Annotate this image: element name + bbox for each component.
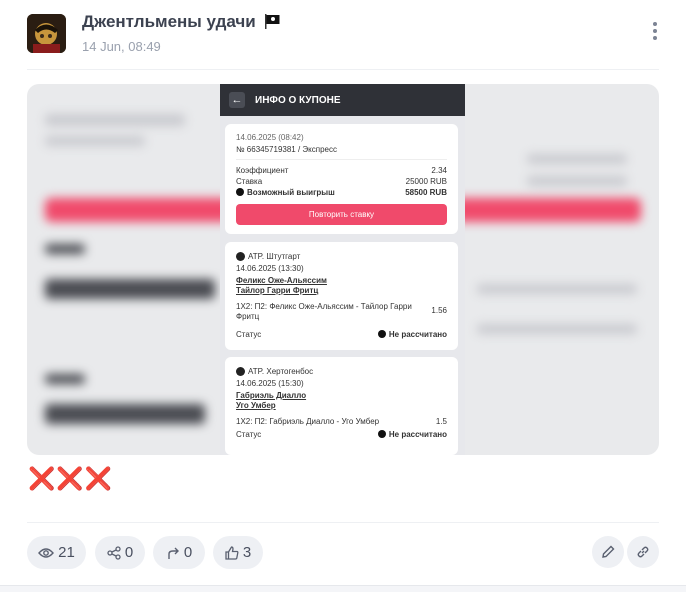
tennis-ball-icon xyxy=(236,367,245,376)
coupon-header-title: ИНФО О КУПОНЕ xyxy=(255,94,341,106)
forward-icon xyxy=(168,547,179,559)
back-arrow-icon: ← xyxy=(229,92,245,108)
like-button[interactable]: 3 xyxy=(213,536,263,569)
thumbs-up-icon xyxy=(225,545,239,560)
event1-status-value: Не рассчитано xyxy=(388,330,447,339)
event2-tournament: ATP. Хертогенбос xyxy=(248,367,314,376)
post-caption: ❌❌❌ xyxy=(28,466,116,492)
forward-button[interactable]: 0 xyxy=(153,536,205,569)
event1-bet: 1X2: П2: Феликс Оже-Альяссим - Тайлор Га… xyxy=(236,302,412,321)
views-count: 21 xyxy=(58,544,75,561)
event2-status-label: Статус xyxy=(236,430,262,439)
shares-count: 0 xyxy=(124,544,134,561)
event-card-2: ATP. Хертогенбос 14.06.2025 (15:30) Габр… xyxy=(225,357,458,455)
coupon-header: ← ИНФО О КУПОНЕ xyxy=(220,84,465,116)
channel-title[interactable]: Джентльмены удачи xyxy=(82,12,281,32)
footer-divider xyxy=(27,522,659,523)
share-button[interactable]: 0 xyxy=(95,536,145,569)
coupon-date: 14.06.2025 (08:42) xyxy=(236,133,304,142)
event2-player1: Габриэль Диалло xyxy=(236,391,307,400)
status-icon xyxy=(377,330,386,338)
event1-odds: 1.56 xyxy=(431,306,447,315)
win-value: 58500 RUB xyxy=(405,188,447,197)
event2-status-value: Не рассчитано xyxy=(388,430,447,439)
tennis-ball-icon xyxy=(236,252,245,261)
header-divider xyxy=(27,69,659,70)
share-icon xyxy=(107,545,121,560)
channel-name: Джентльмены удачи xyxy=(82,12,256,31)
forwards-count: 0 xyxy=(183,544,193,561)
event1-status-label: Статус xyxy=(236,330,262,339)
event2-player2: Уго Умбер xyxy=(236,401,276,410)
post-timestamp: 14 Jun, 08:49 xyxy=(82,39,161,54)
channel-avatar[interactable] xyxy=(27,14,66,53)
coupon-screenshot: ← ИНФО О КУПОНЕ 14.06.2025 (08:42) № 663… xyxy=(220,84,465,455)
event1-tournament: ATP. Штутгарт xyxy=(248,252,301,261)
pirate-flag-icon xyxy=(265,14,280,29)
win-label: Возможный выигрыш xyxy=(247,188,335,197)
event2-date: 14.06.2025 (15:30) xyxy=(236,379,304,388)
post-image[interactable]: ← ИНФО О КУПОНЕ 14.06.2025 (08:42) № 663… xyxy=(27,84,659,455)
likes-count: 3 xyxy=(242,544,252,561)
event1-player2: Тайлор Гарри Фритц xyxy=(236,286,319,295)
edit-button[interactable] xyxy=(592,536,624,568)
copy-link-button[interactable] xyxy=(627,536,659,568)
repeat-bet-button: Повторить ставку xyxy=(236,204,447,225)
coupon-number: № 66345719381 / Экспресс xyxy=(236,145,337,154)
event1-date: 14.06.2025 (13:30) xyxy=(236,264,304,273)
coef-value: 2.34 xyxy=(431,166,447,175)
event1-player1: Феликс Оже-Альяссим xyxy=(236,276,327,285)
coef-label: Коэффициент xyxy=(236,166,289,175)
more-options-icon[interactable] xyxy=(650,22,660,44)
coupon-summary-card: 14.06.2025 (08:42) № 66345719381 / Экспр… xyxy=(225,124,458,234)
post-caption-text: ❌❌❌ xyxy=(28,466,114,491)
event2-odds: 1.5 xyxy=(435,417,447,426)
link-icon xyxy=(637,546,649,558)
event-card-1: ATP. Штутгарт 14.06.2025 (13:30) Феликс … xyxy=(225,242,458,350)
eye-icon xyxy=(38,547,55,558)
views-counter[interactable]: 21 xyxy=(27,536,86,569)
event2-bet: 1X2: П2: Габриэль Диалло - Уго Умбер xyxy=(236,417,380,426)
status-icon xyxy=(377,430,386,438)
stake-value: 25000 RUB xyxy=(405,177,447,186)
stake-label: Ставка xyxy=(236,177,263,186)
pencil-icon xyxy=(602,545,615,558)
win-icon xyxy=(236,188,244,196)
